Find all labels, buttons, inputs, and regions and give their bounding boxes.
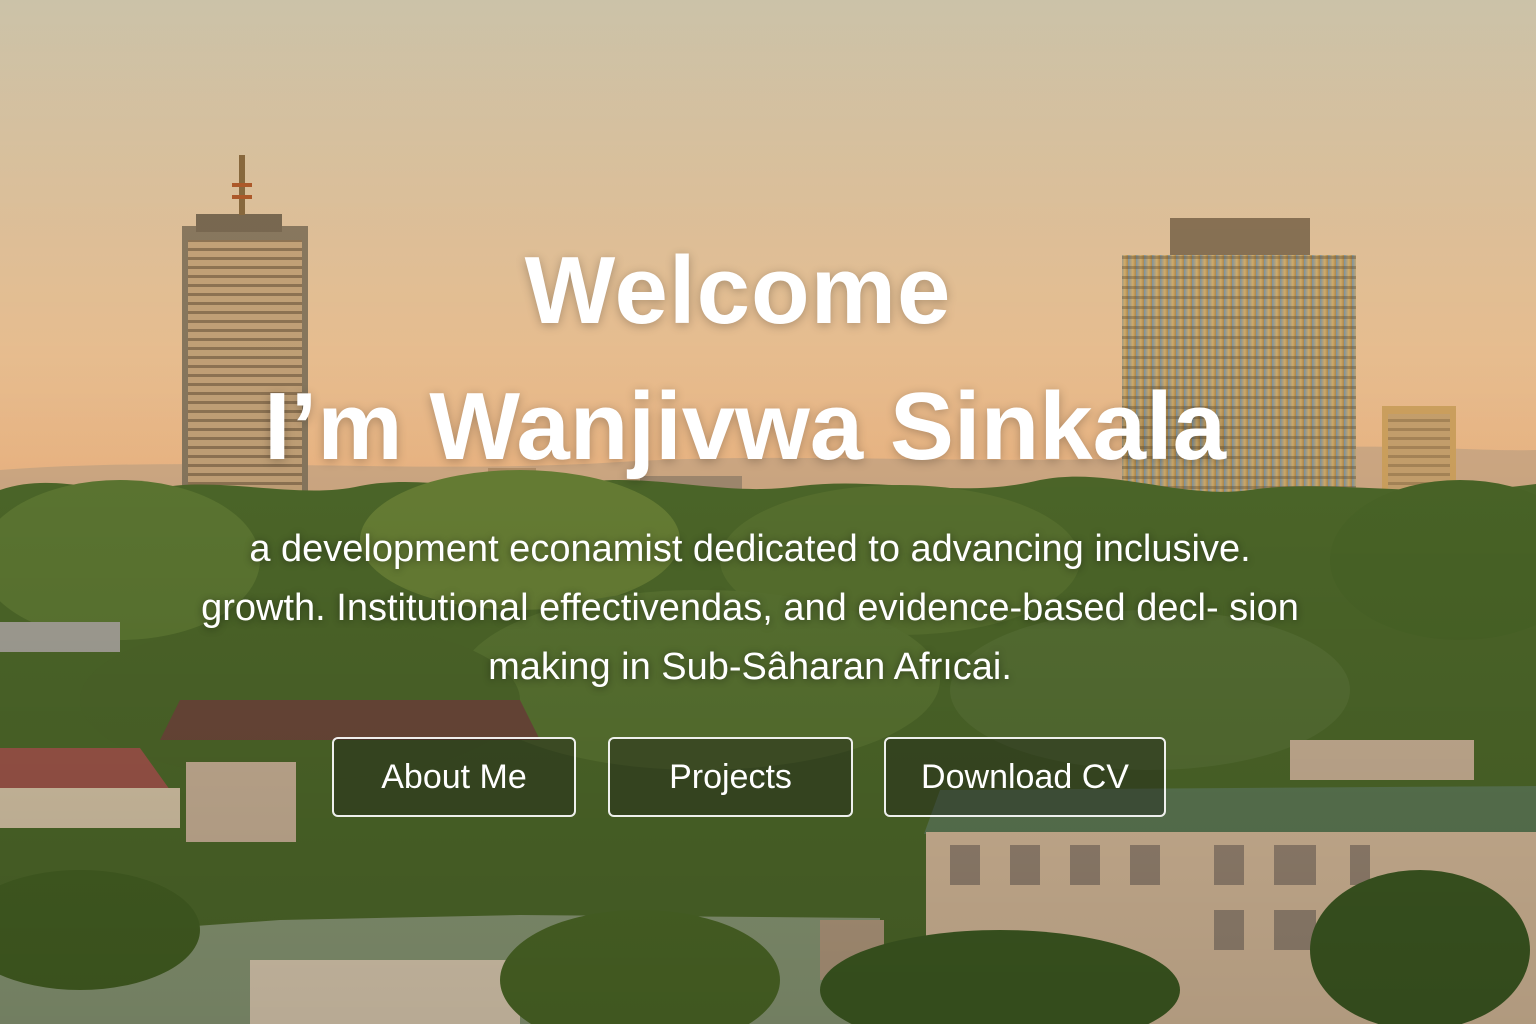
download-cv-button[interactable]: Download CV xyxy=(884,737,1166,817)
projects-button[interactable]: Projects xyxy=(608,737,853,817)
welcome-heading: Welcome xyxy=(524,237,952,344)
hero-tagline: a development econamist dedicated to adv… xyxy=(201,528,1299,688)
about-me-button[interactable]: About Me xyxy=(332,737,576,817)
name-heading: I’m Wanjivwa Sinkala xyxy=(263,373,1227,480)
hero-section: Welcome I’m Wanjivwa Sinkala a developme… xyxy=(0,0,1536,1024)
hero-content: Welcome I’m Wanjivwa Sinkala a developme… xyxy=(0,0,1536,1024)
